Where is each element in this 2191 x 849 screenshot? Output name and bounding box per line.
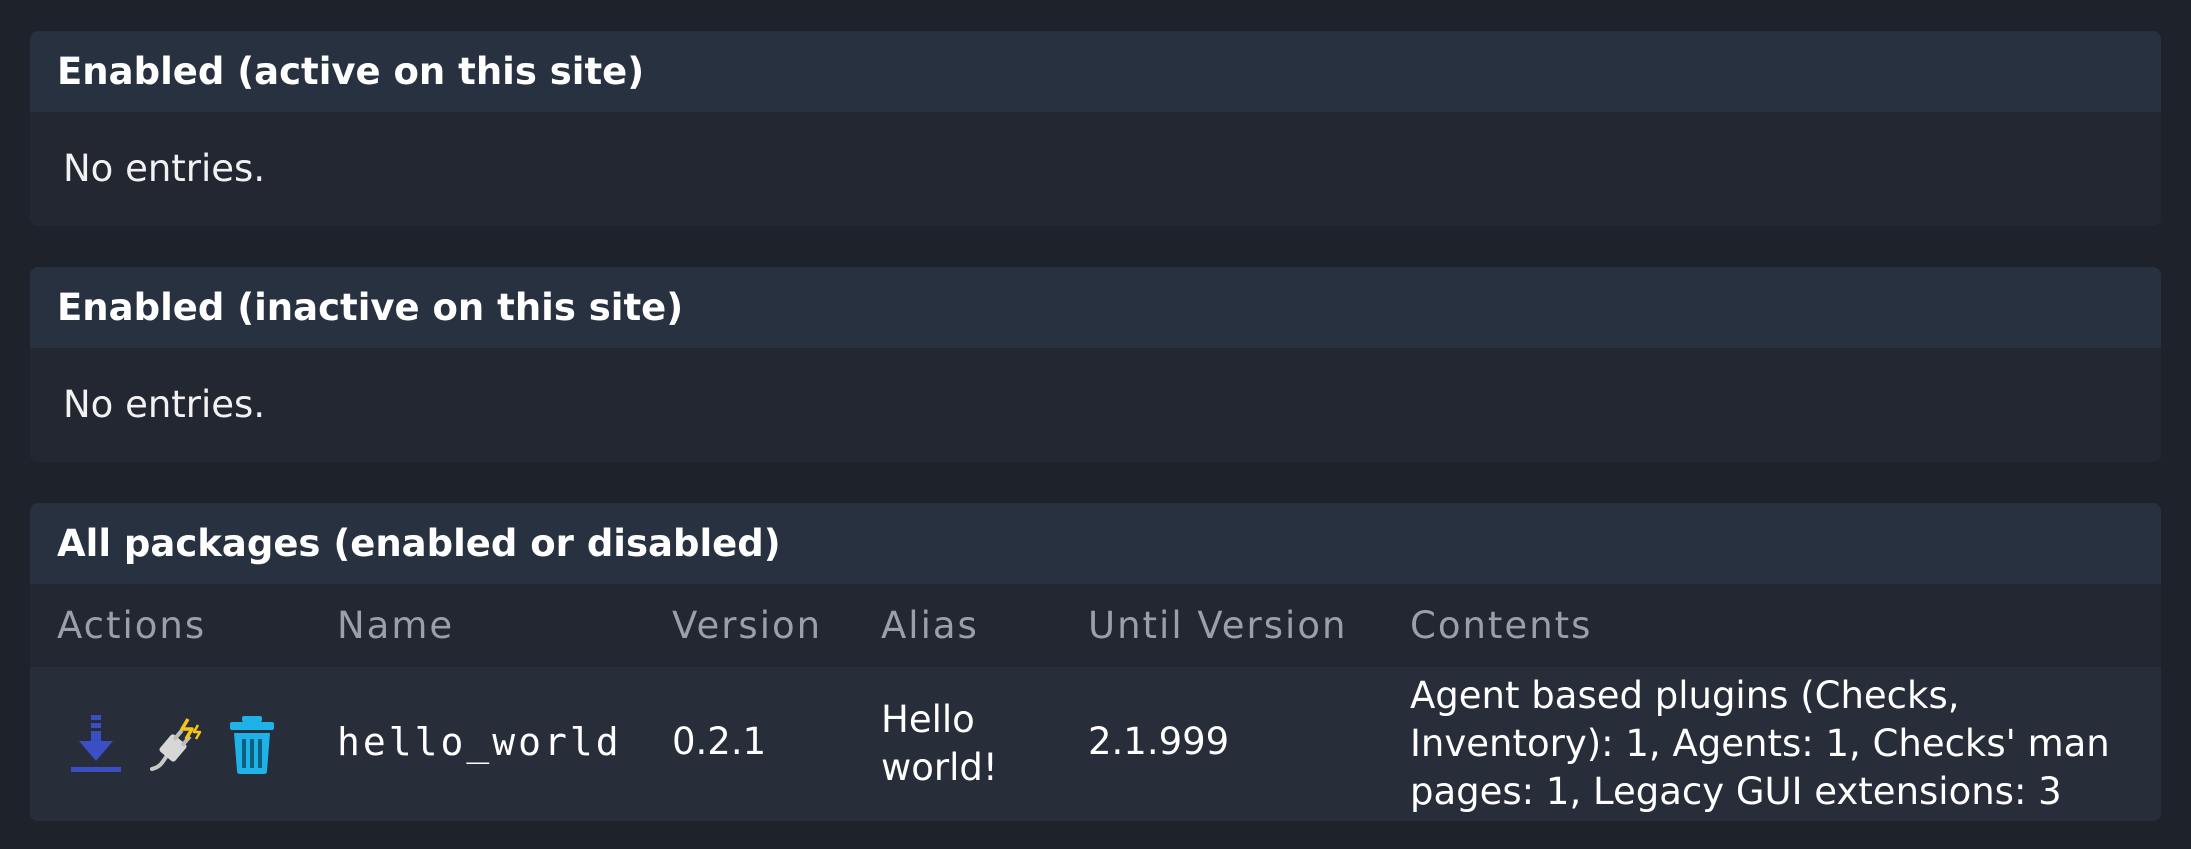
package-alias: Hello world!: [881, 698, 998, 789]
package-contents: Agent based plugins (Checks, Inventory):…: [1410, 674, 2110, 813]
enabled-inactive-panel: Enabled (inactive on this site) No entri…: [30, 267, 2161, 462]
column-header-version: Version: [672, 604, 823, 647]
column-header-until-version: Until Version: [1088, 604, 1348, 647]
table-header: Actions Name Version Alias Until Version…: [30, 584, 2161, 667]
table-row: hello_world 0.2.1 Hello world! 2.1.999 A…: [30, 667, 2161, 821]
empty-message: No entries.: [30, 348, 2161, 462]
plug-icon[interactable]: [146, 713, 204, 775]
empty-message: No entries.: [30, 112, 2161, 226]
column-header-contents: Contents: [1410, 604, 1593, 647]
panel-title: Enabled (inactive on this site): [30, 267, 2161, 348]
trash-icon[interactable]: [223, 713, 281, 775]
package-name: hello_world: [337, 720, 622, 764]
packages-page: Enabled (active on this site) No entries…: [0, 0, 2191, 849]
download-icon[interactable]: [67, 713, 125, 775]
package-until-version: 2.1.999: [1088, 720, 1230, 763]
column-header-actions: Actions: [57, 604, 207, 647]
panel-title: Enabled (active on this site): [30, 31, 2161, 112]
enabled-active-panel: Enabled (active on this site) No entries…: [30, 31, 2161, 226]
panel-title: All packages (enabled or disabled): [30, 503, 2161, 584]
column-header-name: Name: [337, 604, 455, 647]
all-packages-panel: All packages (enabled or disabled) Actio…: [30, 503, 2161, 821]
package-version: 0.2.1: [672, 720, 767, 763]
column-header-alias: Alias: [881, 604, 979, 647]
